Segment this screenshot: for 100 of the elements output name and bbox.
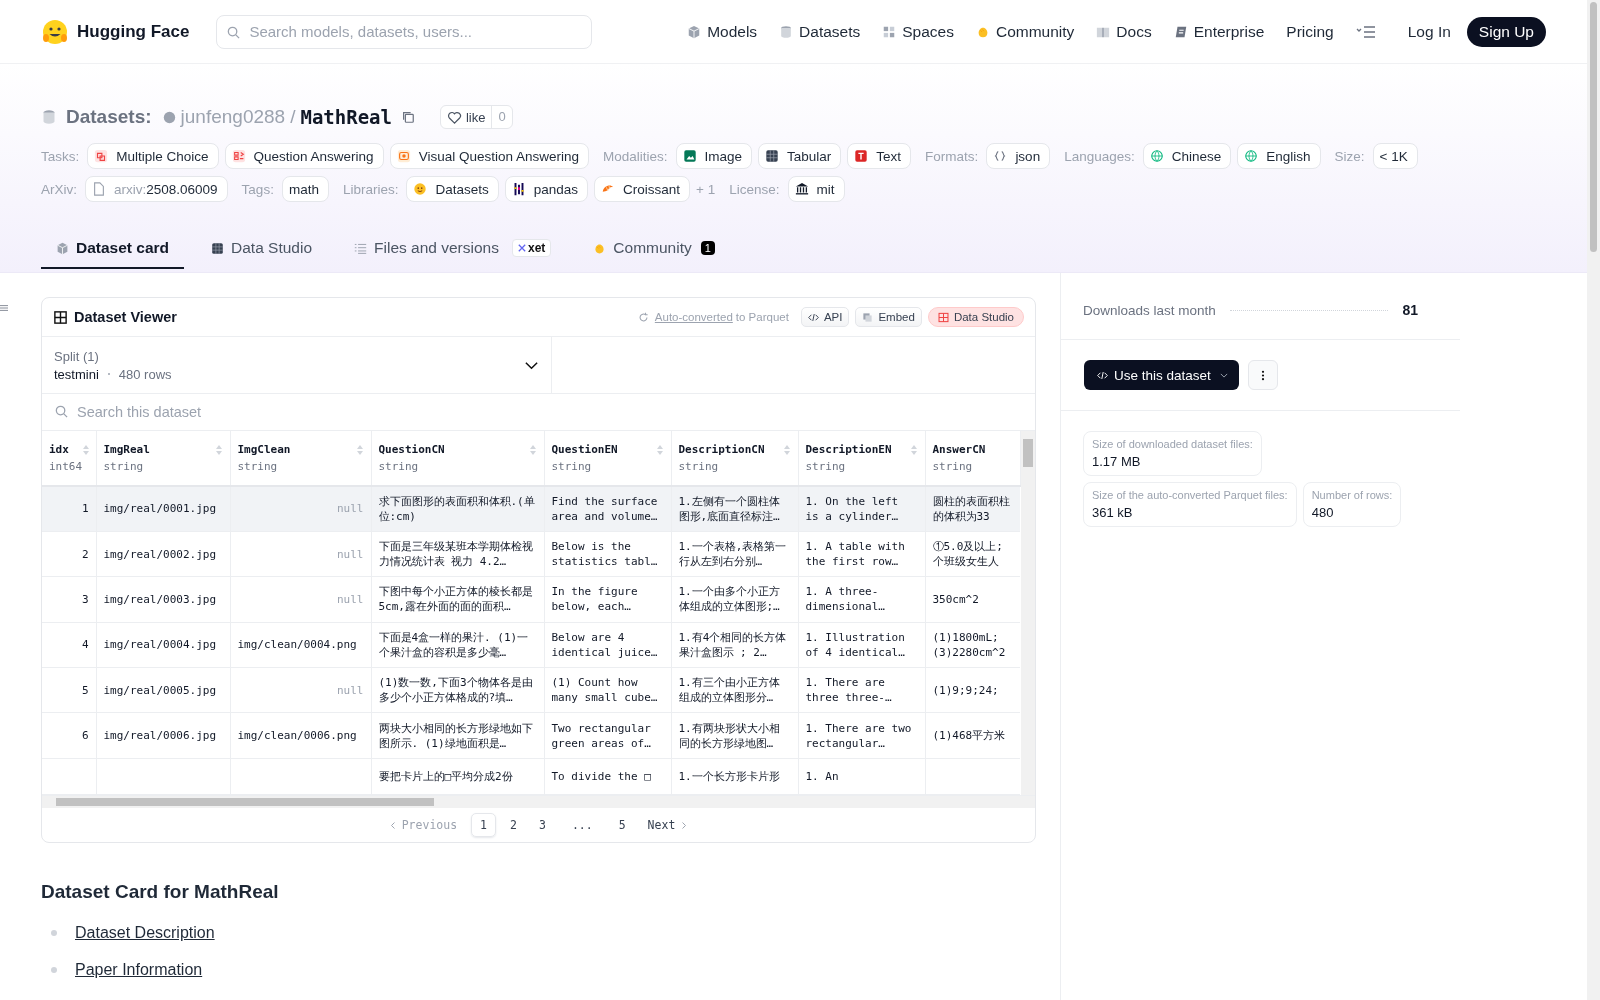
cube-icon: [687, 24, 702, 39]
table-cell: img/real/0006.jpg: [103, 729, 217, 743]
page-scrollbar[interactable]: [1587, 0, 1600, 1000]
tag-chip[interactable]: Datasets: [406, 176, 499, 202]
table-cell: 下面是三年级某班本学期体检视力情况统计表 视力 4.2…: [378, 540, 533, 569]
tag-chip[interactable]: pandas: [504, 176, 588, 202]
search-field[interactable]: Search models, datasets, users...: [216, 14, 593, 49]
table-cell: (1)1800mL; (3)2280cm^2: [932, 630, 1006, 659]
table-cell: To divide the □: [551, 769, 651, 783]
stat-label: Size of downloaded dataset files:: [1092, 438, 1253, 450]
column-name: QuestionEN: [551, 443, 618, 456]
globe-icon: [1244, 149, 1259, 163]
column-type: string: [678, 460, 720, 473]
sort-icon: [528, 444, 537, 456]
dataset-name[interactable]: MathReal: [300, 106, 392, 128]
viewer-button[interactable]: API: [800, 307, 850, 327]
table-cell: null: [337, 502, 364, 516]
table-cell: 1.一个长方形卡片形: [678, 769, 780, 783]
section-label[interactable]: Datasets:: [66, 106, 152, 128]
like-button[interactable]: like 0: [439, 105, 513, 129]
tag-chip[interactable]: Chinese: [1142, 143, 1232, 169]
bullet-icon: [51, 930, 57, 936]
table-cell: 1.左侧有一个圆柱体图形,底面直径标注…: [678, 494, 780, 523]
tag-chip[interactable]: arxiv:2508.06009: [85, 176, 228, 202]
tag-chip[interactable]: Multiple Choice: [87, 143, 219, 169]
braces-icon: [993, 149, 1008, 163]
tag-chip[interactable]: English: [1237, 143, 1321, 169]
tag-chip[interactable]: Visual Question Answering: [389, 143, 589, 169]
viewer-button[interactable]: Data Studio: [927, 307, 1024, 327]
stat-value: 1.17 MB: [1092, 454, 1142, 469]
refresh-icon: [637, 311, 649, 323]
bank-icon: [794, 182, 809, 196]
split-label: Split (1): [54, 348, 100, 364]
tag-chip[interactable]: Text: [847, 143, 912, 169]
vertical-scrollbar[interactable]: [1020, 431, 1035, 795]
tag-chip[interactable]: Croissant: [594, 176, 691, 202]
table-cell: Below are 4 identical juice…: [551, 630, 658, 659]
smiley-icon: [413, 182, 428, 196]
count-badge: 1: [700, 241, 715, 255]
nav-link[interactable]: Community: [975, 22, 1075, 41]
table-cell: 1. There are three three-…: [805, 676, 892, 705]
page-link[interactable]: 5: [610, 814, 634, 836]
chevron-left-icon: [389, 820, 396, 830]
page-link[interactable]: Next: [639, 814, 696, 836]
column-name: DescriptionCN: [678, 443, 765, 456]
site-logo-text[interactable]: Hugging Face: [77, 21, 190, 42]
tab[interactable]: Dataset card: [41, 229, 185, 269]
tag-chip[interactable]: json: [986, 143, 1051, 169]
page-link[interactable]: 3: [530, 814, 554, 836]
table-cell: 3: [81, 592, 89, 606]
page-link[interactable]: 2: [502, 814, 525, 836]
table-cell: 2: [81, 547, 89, 561]
sort-icon: [355, 444, 364, 456]
sort-icon: [214, 444, 223, 456]
table-cell: 圆柱的表面积柱的体积为33: [932, 494, 1010, 523]
tab[interactable]: Files and versions xet: [339, 229, 567, 269]
tab[interactable]: Data Studio: [196, 229, 328, 269]
table-cell: ①5.0及以上;个班级女生人: [932, 540, 1003, 569]
login-link[interactable]: Log In: [1407, 22, 1451, 41]
signup-button[interactable]: Sign Up: [1466, 16, 1546, 47]
row-count: 480 rows: [118, 366, 172, 382]
vqa-icon: [396, 149, 411, 163]
page-link[interactable]: 1: [471, 813, 496, 837]
xet-badge: xet: [511, 239, 552, 257]
nav-link[interactable]: Pricing: [1286, 22, 1334, 41]
tag-chip[interactable]: Question Answering: [224, 143, 384, 169]
nav-link[interactable]: Enterprise: [1173, 22, 1265, 41]
table-cell: 1. A three-dimensional…: [805, 585, 885, 614]
tag-chip[interactable]: Image: [675, 143, 753, 169]
file-list-icon: [354, 241, 368, 255]
toc-link[interactable]: Paper Information: [75, 961, 203, 979]
more-options-button[interactable]: [1247, 360, 1278, 390]
table-cell: 1. Illustration of 4 identical…: [805, 630, 905, 659]
tag-chip[interactable]: Tabular: [758, 143, 842, 169]
like-count: 0: [491, 106, 512, 128]
sort-icon: [82, 444, 91, 456]
tag-chip[interactable]: mit: [787, 176, 845, 202]
tag-chip[interactable]: math: [281, 176, 329, 202]
column-name: ImgClean: [237, 443, 291, 456]
nav-link[interactable]: Datasets: [779, 22, 861, 41]
downloads-label: Downloads last month: [1083, 302, 1216, 318]
horizontal-scrollbar[interactable]: [42, 796, 1035, 808]
table-cell: 1: [81, 502, 89, 516]
dataset-search-field[interactable]: Search this dataset: [42, 394, 1035, 430]
column-name: QuestionCN: [378, 443, 445, 456]
tab[interactable]: Community 1: [578, 229, 730, 269]
toc-link[interactable]: Dataset Description: [75, 924, 215, 942]
column-name: DescriptionEN: [805, 443, 892, 456]
nav-link[interactable]: Spaces: [882, 22, 954, 41]
caret-icon: [1219, 372, 1228, 378]
search-icon: [54, 404, 69, 419]
table-cell: img/real/0004.jpg: [103, 638, 217, 652]
use-dataset-button[interactable]: Use this dataset: [1084, 360, 1239, 390]
viewer-button[interactable]: Embed: [855, 307, 922, 327]
table-cell: null: [337, 592, 364, 606]
nav-link[interactable]: Models: [687, 22, 758, 41]
kebab-icon: [1260, 369, 1265, 381]
nav-link[interactable]: Docs: [1096, 22, 1152, 41]
tag-chip[interactable]: < 1K: [1372, 143, 1418, 169]
split-selector[interactable]: Split (1) testmini 480 rows: [42, 337, 552, 393]
